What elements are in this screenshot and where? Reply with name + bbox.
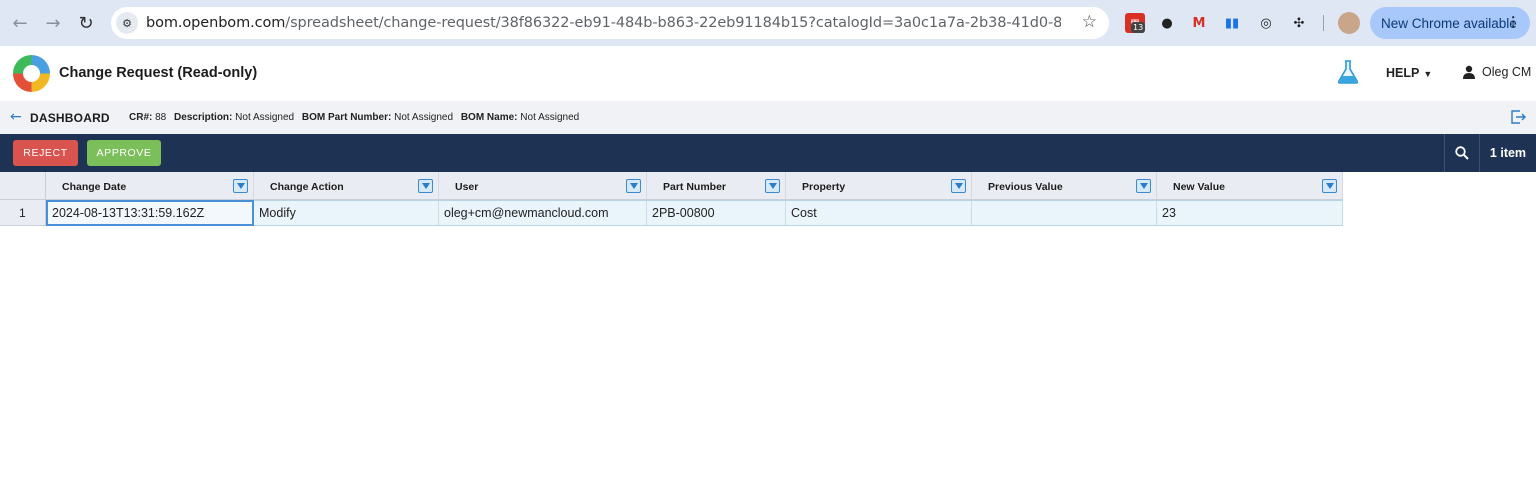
column-header-label: Part Number (663, 181, 727, 193)
change-request-meta: CR#: 88 Description: Not Assigned BOM Pa… (129, 112, 584, 123)
user-menu[interactable]: Oleg CM (1462, 65, 1531, 79)
chevron-down-icon: ▼ (1423, 69, 1433, 79)
bom-name-label: BOM Name: (460, 112, 518, 123)
flask-icon[interactable] (1336, 59, 1360, 85)
cell-change-date[interactable]: 2024-08-13T13:31:59.162Z (46, 200, 254, 226)
new-chrome-available-button[interactable]: New Chrome available ⋮ (1370, 7, 1530, 39)
help-label: HELP (1386, 66, 1420, 80)
column-header-new-value[interactable]: New Value (1157, 172, 1343, 200)
bom-part-number-label: BOM Part Number: (301, 112, 392, 123)
app-header: Change Request (Read-only) HELP ▼ Oleg CM (0, 46, 1536, 101)
cr-label: CR#: (129, 112, 153, 123)
filter-icon[interactable] (233, 179, 248, 193)
dashboard-link[interactable]: DASHBOARD (30, 111, 110, 125)
user-icon (1463, 65, 1475, 79)
filter-icon[interactable] (765, 179, 780, 193)
url-text[interactable]: bom.openbom.com/spreadsheet/change-reque… (146, 15, 1061, 31)
site-info-icon[interactable]: ⚙ (116, 12, 138, 34)
column-header-change-action[interactable]: Change Action (254, 172, 439, 200)
new-chrome-label: New Chrome available (1381, 15, 1517, 31)
grid-corner (0, 172, 46, 200)
bookmark-star-icon[interactable]: ☆ (1082, 12, 1097, 32)
cell-new-value[interactable]: 23 (1157, 200, 1343, 226)
back-arrow-icon[interactable]: ← (5, 8, 35, 38)
cr-value: 88 (155, 112, 167, 123)
column-header-label: Previous Value (988, 181, 1063, 193)
calendar-badge: 13 (1131, 22, 1146, 33)
bom-part-number-value: Not Assigned (394, 112, 454, 123)
chrome-menu-icon[interactable]: ⋮ (1507, 14, 1521, 30)
search-icon (1455, 146, 1469, 160)
column-header-label: Property (802, 181, 846, 193)
profile-avatar[interactable] (1338, 12, 1360, 34)
calendar-extension-icon[interactable]: ▦13 (1125, 13, 1146, 33)
filter-icon[interactable] (1136, 179, 1151, 193)
description-label: Description: (174, 112, 233, 123)
search-button[interactable] (1445, 134, 1479, 172)
column-header-change-date[interactable]: Change Date (46, 172, 254, 200)
trello-extension-icon[interactable]: ▮▮ (1222, 13, 1242, 33)
user-name: Oleg CM (1482, 65, 1532, 79)
description-value: Not Assigned (235, 112, 295, 123)
sync-extension-icon[interactable]: ◎ (1256, 13, 1276, 33)
exit-icon[interactable] (1510, 110, 1526, 124)
info-bar: ← DASHBOARD CR#: 88 Description: Not Ass… (0, 101, 1536, 134)
openbom-logo[interactable] (13, 55, 50, 92)
column-header-label: Change Action (270, 181, 344, 193)
filter-icon[interactable] (951, 179, 966, 193)
action-toolbar: REJECT APPROVE 1 item (0, 134, 1536, 172)
column-header-label: Change Date (62, 181, 127, 193)
column-header-property[interactable]: Property (786, 172, 972, 200)
toolbar-divider (1323, 15, 1324, 31)
url-host: bom.openbom.com (146, 15, 286, 31)
filter-icon[interactable] (418, 179, 433, 193)
column-header-label: New Value (1173, 181, 1225, 193)
back-arrow-icon[interactable]: ← (10, 109, 22, 125)
column-header-part-number[interactable]: Part Number (647, 172, 786, 200)
reload-icon[interactable]: ↻ (71, 8, 101, 38)
column-header-previous-value[interactable]: Previous Value (972, 172, 1157, 200)
disc-extension-icon[interactable]: ● (1157, 13, 1177, 33)
item-count: 1 item (1489, 146, 1527, 160)
forward-arrow-icon[interactable]: → (38, 8, 68, 38)
gmail-extension-icon[interactable]: M (1189, 13, 1209, 33)
filter-icon[interactable] (626, 179, 641, 193)
cell-previous-value[interactable] (972, 200, 1157, 226)
column-header-label: User (455, 181, 479, 193)
filter-icon[interactable] (1322, 179, 1337, 193)
reject-button[interactable]: REJECT (13, 140, 78, 166)
url-path: /spreadsheet/change-request/38f86322-eb9… (285, 15, 1061, 31)
column-header-user[interactable]: User (439, 172, 647, 200)
row-number[interactable]: 1 (0, 200, 46, 226)
browser-toolbar: ← → ↻ ⚙ bom.openbom.com/spreadsheet/chan… (0, 0, 1536, 46)
page-title: Change Request (Read-only) (59, 65, 258, 81)
cell-change-action[interactable]: Modify (254, 200, 439, 226)
extensions-puzzle-icon[interactable]: ✣ (1289, 13, 1309, 33)
address-bar[interactable]: ⚙ bom.openbom.com/spreadsheet/change-req… (111, 7, 1109, 39)
help-menu[interactable]: HELP ▼ (1386, 66, 1432, 80)
bom-name-value: Not Assigned (520, 112, 580, 123)
cell-property[interactable]: Cost (786, 200, 972, 226)
cell-part-number[interactable]: 2PB-00800 (647, 200, 786, 226)
cell-user[interactable]: oleg+cm@newmancloud.com (439, 200, 647, 226)
approve-button[interactable]: APPROVE (87, 140, 161, 166)
